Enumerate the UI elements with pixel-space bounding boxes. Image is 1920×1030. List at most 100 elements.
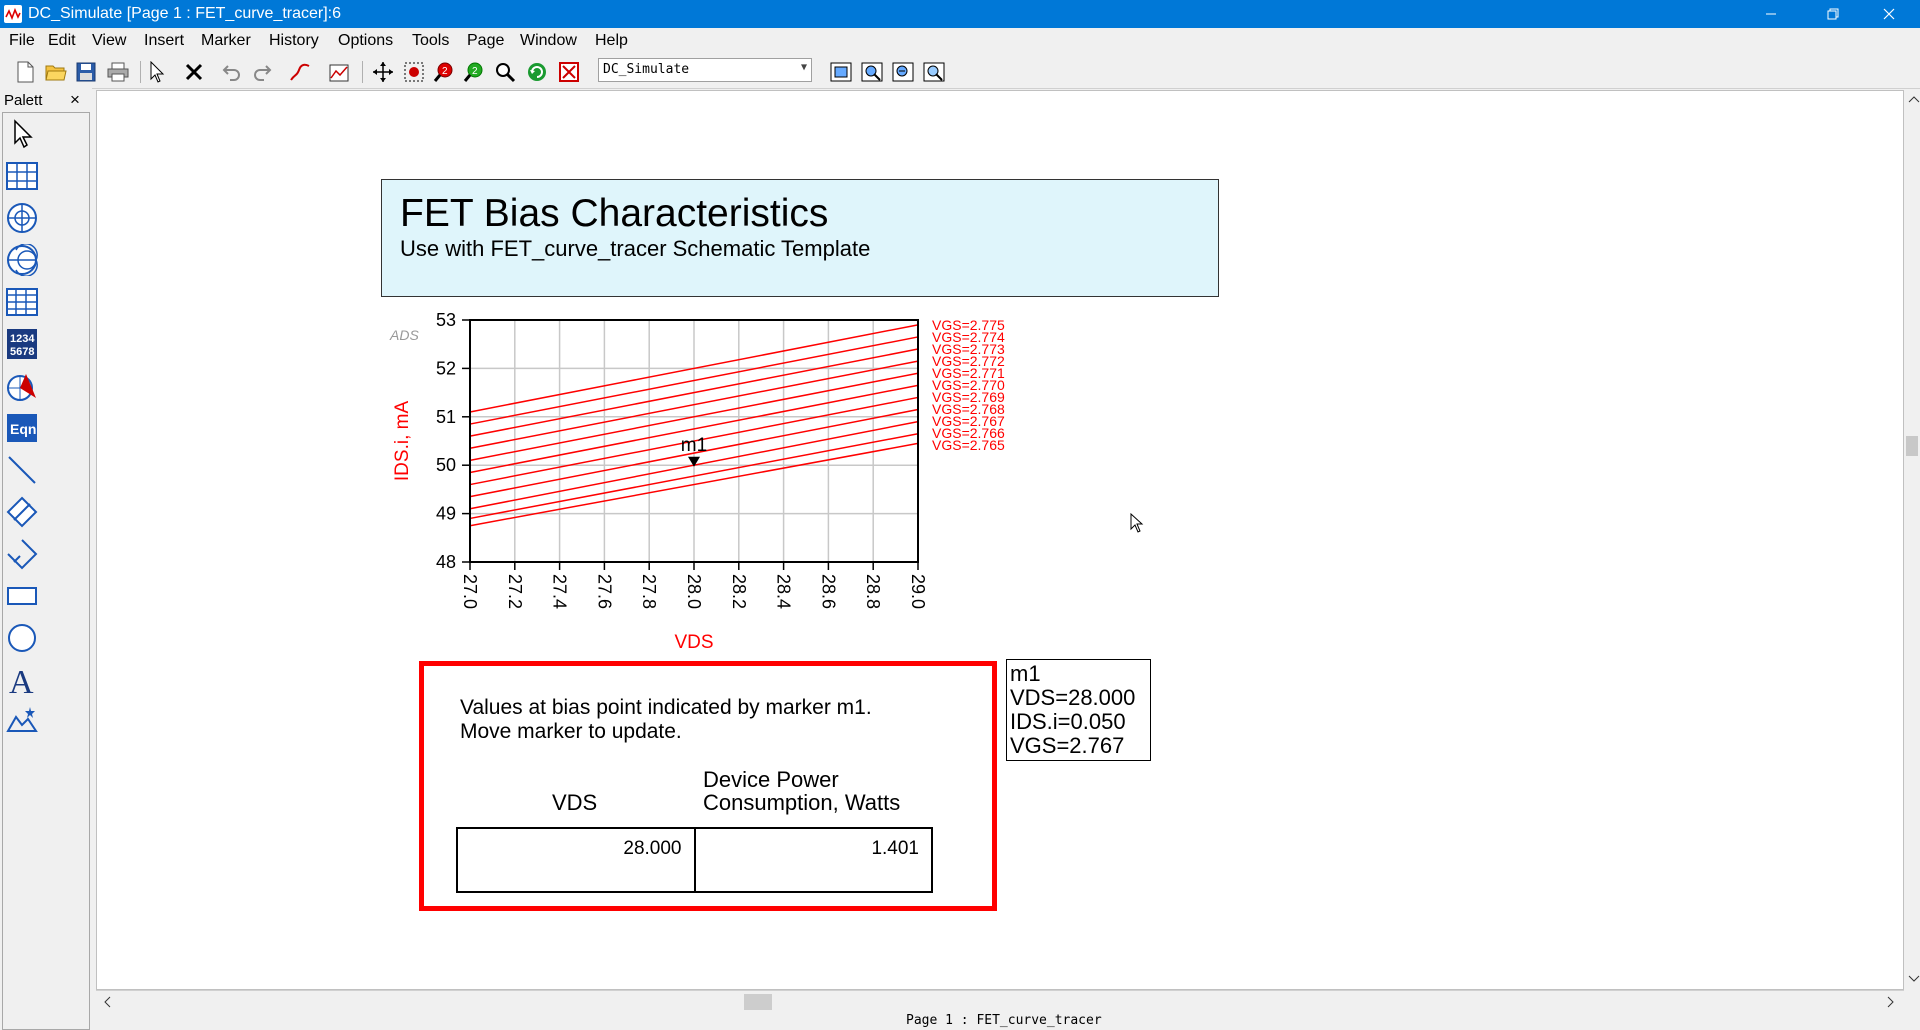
menu-file[interactable]: File <box>9 32 35 50</box>
palette-equation[interactable]: Eqn <box>4 410 40 446</box>
zoom-in-icon: 2 <box>433 62 453 82</box>
y-axis-label: IDS.i, mA <box>392 401 413 482</box>
pan-button[interactable] <box>370 59 396 85</box>
menu-options[interactable]: Options <box>338 32 393 50</box>
svg-text:2: 2 <box>442 66 448 77</box>
view-fit-button[interactable] <box>921 59 947 85</box>
minimize-button[interactable] <box>1748 0 1794 28</box>
refresh-button[interactable] <box>524 59 550 85</box>
palette-line[interactable] <box>4 452 40 488</box>
menu-help[interactable]: Help <box>595 32 628 50</box>
palette-polar-plot[interactable] <box>4 200 40 236</box>
menu-insert[interactable]: Insert <box>144 32 184 50</box>
zoom-area-button[interactable] <box>401 59 427 85</box>
title-bar: DC_Simulate [Page 1 : FET_curve_tracer]:… <box>0 0 1920 28</box>
select-button[interactable] <box>144 59 170 85</box>
palette-select-tool[interactable] <box>4 116 40 152</box>
menu-page[interactable]: Page <box>467 32 504 50</box>
dataset-select-value: DC_Simulate <box>603 62 690 77</box>
redo-icon <box>254 65 272 81</box>
zoom-in-button[interactable]: 2 <box>431 59 457 85</box>
menu-view[interactable]: View <box>92 32 126 50</box>
equation-icon: Eqn <box>7 414 37 442</box>
horizontal-scrollbar[interactable] <box>96 990 1904 1013</box>
delete-x-icon <box>185 63 203 81</box>
delete-button[interactable] <box>181 59 207 85</box>
wire-button[interactable] <box>287 59 313 85</box>
palette-text[interactable]: A <box>4 662 40 698</box>
palette-image[interactable] <box>4 702 40 738</box>
palette-polyline[interactable] <box>4 536 40 572</box>
polar-plot-icon <box>7 203 37 233</box>
magnifier-icon <box>496 63 516 83</box>
horizontal-scroll-thumb[interactable] <box>744 994 772 1010</box>
menu-marker[interactable]: Marker <box>201 32 251 50</box>
palette-stacked-plot[interactable] <box>4 284 40 320</box>
view-fit-icon <box>923 62 945 82</box>
app-icon <box>4 5 22 23</box>
x-tick-label: 28.6 <box>818 574 838 609</box>
save-button[interactable] <box>73 59 99 85</box>
menu-edit[interactable]: Edit <box>48 32 76 50</box>
corner-label: ADS <box>389 327 419 343</box>
palette-polygon[interactable] <box>4 494 40 530</box>
window-title: DC_Simulate [Page 1 : FET_curve_tracer]:… <box>28 5 342 22</box>
marker-readout[interactable]: m1 VDS=28.000 IDS.i=0.050 VGS=2.767 <box>1006 659 1151 761</box>
scroll-left-icon[interactable] <box>100 994 116 1010</box>
scroll-up-icon[interactable] <box>1906 92 1920 108</box>
y-tick-label: 52 <box>436 358 456 378</box>
save-icon <box>76 62 96 82</box>
view-zoom-out-icon <box>892 62 914 82</box>
antenna-plot-icon <box>7 374 36 401</box>
menu-history[interactable]: History <box>269 32 319 50</box>
plot-button[interactable] <box>326 59 352 85</box>
vertical-scrollbar[interactable] <box>1904 90 1920 990</box>
x-tick-label: 28.4 <box>774 574 794 609</box>
zoom-button[interactable] <box>492 59 518 85</box>
toolbar-separator <box>362 61 363 83</box>
polygon-icon <box>6 496 38 528</box>
view-zoom-in-button[interactable] <box>859 59 885 85</box>
minimize-icon <box>1766 13 1776 15</box>
svg-text:Eqn: Eqn <box>10 421 36 437</box>
palette-close-icon[interactable]: × <box>70 90 80 110</box>
ids-vds-chart[interactable]: 27.0 27.2 27.4 27.6 27.8 28.0 28.2 28.4 28.6 28.8… <box>380 300 1040 660</box>
new-button[interactable] <box>12 59 38 85</box>
view-zoom-out-button[interactable] <box>890 59 916 85</box>
palette-circle[interactable] <box>4 620 40 656</box>
scroll-down-icon[interactable] <box>1906 970 1920 986</box>
y-tick-label: 51 <box>436 407 456 427</box>
menu-bar: File Edit View Insert Marker History Opt… <box>0 28 1920 55</box>
open-button[interactable] <box>43 59 69 85</box>
stop-button[interactable] <box>556 59 582 85</box>
palette-rectangular-plot[interactable] <box>4 158 40 194</box>
stop-icon <box>559 62 579 82</box>
print-button[interactable] <box>105 59 131 85</box>
menu-tools[interactable]: Tools <box>412 32 449 50</box>
y-tick-label: 49 <box>436 504 456 524</box>
palette-antenna-plot[interactable] <box>4 368 40 404</box>
text-icon: A <box>9 664 34 697</box>
x-tick-label: 28.8 <box>863 574 883 609</box>
palette-smith-chart[interactable] <box>4 242 40 278</box>
scroll-right-icon[interactable] <box>1882 994 1898 1010</box>
restore-button[interactable] <box>1810 0 1856 28</box>
vertical-scroll-thumb[interactable] <box>1906 436 1918 456</box>
palette-panel: Palett × 1234 5678 Eqn A <box>0 88 92 1030</box>
rectangular-plot-icon <box>6 162 38 190</box>
close-button[interactable] <box>1866 0 1912 28</box>
redo-button[interactable] <box>249 59 275 85</box>
undo-button[interactable] <box>219 59 245 85</box>
menu-window[interactable]: Window <box>520 32 577 50</box>
palette-rectangle[interactable] <box>4 578 40 614</box>
palette-list[interactable]: 1234 5678 <box>4 326 40 362</box>
view-all-button[interactable] <box>828 59 854 85</box>
list-numbers-icon: 12345678 <box>7 329 37 359</box>
dataset-select[interactable]: DC_Simulate ▼ <box>598 58 812 82</box>
x-axis-label: VDS <box>674 632 713 653</box>
title-box[interactable]: FET Bias Characteristics Use with FET_cu… <box>381 179 1219 297</box>
power-value-cell: 1.401 <box>693 827 933 893</box>
plot-icon <box>329 64 349 82</box>
zoom-out-button[interactable]: 2 <box>461 59 487 85</box>
bias-point-info-box[interactable]: Values at bias point indicated by marker… <box>419 661 997 911</box>
